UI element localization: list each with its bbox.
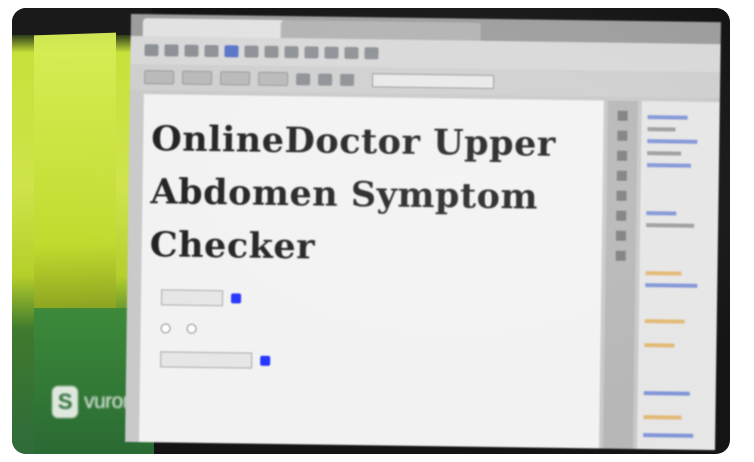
- dob-row: [153, 289, 601, 311]
- title-input[interactable]: [372, 73, 495, 89]
- open-file-icon[interactable]: [164, 44, 179, 57]
- code-line: [643, 415, 682, 420]
- calendar-icon[interactable]: [230, 293, 242, 304]
- palette-icon-1[interactable]: [617, 110, 628, 121]
- preview-icon[interactable]: [296, 73, 311, 86]
- options-icon[interactable]: [340, 73, 355, 87]
- code-line: [646, 163, 691, 168]
- new-file-icon[interactable]: [144, 44, 159, 57]
- save-icon[interactable]: [184, 44, 199, 57]
- design-view: OnlineDoctor Upper Abdomen Symptom Check…: [139, 94, 604, 449]
- tool-palette: [602, 100, 638, 449]
- code-line: [644, 343, 675, 348]
- anchor-icon[interactable]: [364, 47, 379, 60]
- code-line: [647, 127, 676, 132]
- code-line: [645, 271, 682, 276]
- code-line: [645, 283, 698, 288]
- code-line: [646, 223, 695, 228]
- palette-icon-4[interactable]: [616, 170, 627, 181]
- image-icon[interactable]: [324, 46, 339, 59]
- code-view: [636, 101, 720, 451]
- link-icon[interactable]: [344, 46, 359, 60]
- view-button-3[interactable]: [220, 71, 251, 86]
- female-radio[interactable]: [186, 323, 197, 334]
- desktop-panel: [34, 32, 116, 336]
- code-line: [643, 391, 690, 396]
- palette-icon-3[interactable]: [617, 150, 628, 161]
- age-row: [152, 351, 600, 373]
- page-title: OnlineDoctor Upper Abdomen Symptom Check…: [149, 118, 557, 268]
- code-line: [647, 139, 698, 144]
- paste-icon[interactable]: [244, 45, 259, 58]
- refresh-icon[interactable]: [318, 73, 333, 86]
- age-calendar-icon[interactable]: [260, 355, 271, 366]
- code-line: [647, 115, 688, 120]
- copy-icon[interactable]: [224, 45, 239, 58]
- logo-icon: S: [52, 386, 78, 418]
- male-radio[interactable]: [160, 323, 171, 334]
- gender-row: [153, 323, 601, 339]
- editor-window: OnlineDoctor Upper Abdomen Symptom Check…: [125, 13, 721, 451]
- table-icon[interactable]: [304, 46, 319, 59]
- redo-icon[interactable]: [284, 46, 299, 59]
- code-line: [643, 433, 694, 438]
- cut-icon[interactable]: [204, 44, 219, 58]
- dob-input[interactable]: [160, 289, 224, 307]
- palette-icon-2[interactable]: [617, 130, 628, 141]
- code-line: [646, 211, 677, 216]
- palette-icon-8[interactable]: [615, 250, 626, 261]
- age-input[interactable]: [160, 351, 253, 369]
- palette-icon-7[interactable]: [615, 230, 627, 241]
- code-line: [644, 319, 685, 324]
- view-button-1[interactable]: [144, 70, 175, 85]
- view-button-4[interactable]: [258, 71, 289, 87]
- palette-icon-6[interactable]: [616, 210, 627, 221]
- tab-active[interactable]: [142, 18, 293, 39]
- undo-icon[interactable]: [264, 45, 279, 58]
- view-button-2[interactable]: [182, 70, 213, 86]
- code-line: [647, 151, 682, 156]
- palette-icon-5[interactable]: [616, 190, 627, 201]
